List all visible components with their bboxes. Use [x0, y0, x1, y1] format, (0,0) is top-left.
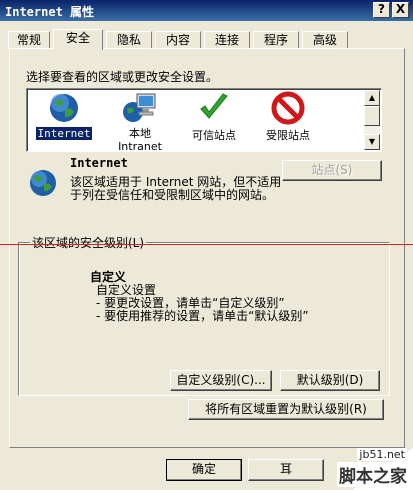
zone-label: 可信站点 [192, 129, 236, 142]
zone-instruction: 选择要查看的区域或更改安全设置。 [26, 70, 219, 84]
zone-list-scrollbar[interactable]: ▲ ▼ [364, 90, 380, 150]
tab-security[interactable]: 安全 [53, 29, 103, 50]
globe-icon [30, 170, 56, 196]
tab-content[interactable]: 内容 [155, 31, 201, 49]
custom-level-button[interactable]: 自定义级别(C)... [170, 370, 272, 391]
zone-local-intranet[interactable]: 本地 Intranet [105, 91, 175, 153]
scroll-down-arrow-icon[interactable]: ▼ [364, 134, 380, 150]
globe-icon [50, 94, 78, 122]
checkmark-icon [200, 93, 228, 119]
watermark-site: jb51.net [357, 448, 407, 461]
watermark: jb51.net 脚本之家 [313, 448, 413, 490]
tab-programs[interactable]: 程序 [253, 31, 299, 49]
tab-privacy[interactable]: 隐私 [106, 31, 152, 49]
tab-advanced[interactable]: 高级 [302, 31, 348, 49]
close-button[interactable]: X [392, 2, 409, 18]
reset-all-zones-button[interactable]: 将所有区域重置为默认级别(R) [188, 399, 384, 420]
intranet-icon [123, 93, 156, 122]
default-level-button[interactable]: 默认级别(D) [280, 370, 380, 391]
no-entry-icon [271, 91, 305, 125]
security-level-label: 该区域的安全级别(L) [30, 234, 147, 251]
scroll-up-arrow-icon[interactable]: ▲ [364, 90, 380, 106]
tab-connections[interactable]: 连接 [204, 31, 250, 49]
zone-label: Internet [35, 127, 93, 140]
watermark-brand: 脚本之家 [337, 462, 409, 487]
window-title: Internet 属性 [5, 5, 95, 19]
scroll-thumb[interactable] [364, 106, 380, 126]
ok-button[interactable]: 确定 [166, 459, 242, 481]
zone-restricted-sites[interactable]: 受限站点 [253, 91, 323, 143]
sites-button[interactable]: 站点(S) [282, 160, 382, 181]
zone-label: 本地 Intranet [118, 127, 162, 153]
zone-list[interactable]: Internet 本地 Intranet 可信站点 受限站点 ▲ ▼ [26, 88, 382, 153]
zone-trusted-sites[interactable]: 可信站点 [179, 91, 249, 143]
title-bar: Internet 属性 ? X [0, 0, 413, 21]
red-guide-line [0, 244, 413, 245]
help-button[interactable]: ? [373, 2, 390, 18]
tab-general[interactable]: 常规 [8, 31, 50, 49]
zone-title: Internet [70, 156, 128, 170]
level-line-3: - 要使用推荐的设置，请单击“默认级别” [96, 309, 309, 323]
zone-label: 受限站点 [266, 129, 310, 142]
zone-description: 该区域适用于 Internet 网站，但不适用于列在受信任和受限制区域中的网站。 [70, 175, 282, 202]
zone-internet[interactable]: Internet [29, 91, 99, 140]
